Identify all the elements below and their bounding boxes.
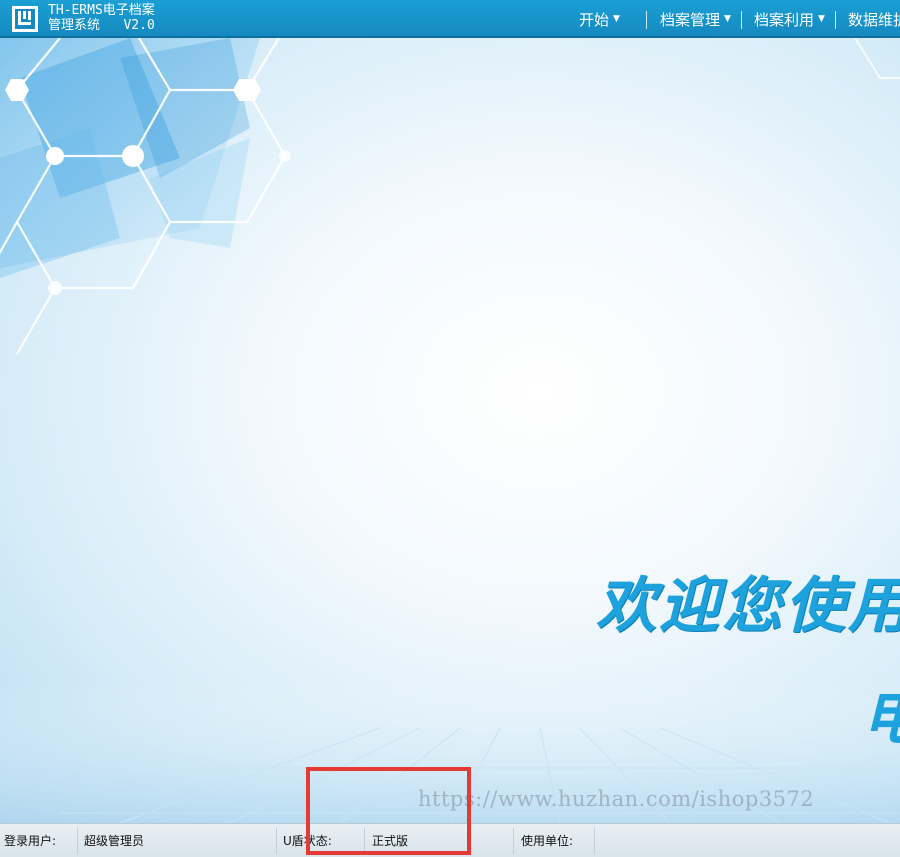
status-divider bbox=[513, 828, 514, 854]
menu-archive-management-label: 档案管理 bbox=[660, 10, 721, 29]
watermark-text: https://www.huzhan.com/ishop3572 bbox=[418, 787, 815, 811]
menu-archive-usage-label: 档案利用 bbox=[754, 10, 815, 29]
login-user-value: 超级管理员 bbox=[84, 834, 145, 848]
menu-data-maintenance[interactable]: 数据维护 bbox=[848, 0, 900, 38]
chevron-down-icon: ▼ bbox=[818, 14, 825, 24]
login-user-label: 登录用户: bbox=[4, 834, 57, 848]
menu-data-maintenance-label: 数据维护 bbox=[848, 10, 900, 29]
menu-divider bbox=[741, 11, 742, 29]
app-title: TH-ERMS电子档案 管理系统 V2.0 bbox=[48, 3, 155, 33]
status-divider bbox=[276, 828, 277, 854]
menu-start-label: 开始 bbox=[579, 10, 610, 29]
app-title-line1: TH-ERMS电子档案 bbox=[48, 3, 155, 18]
menu-divider bbox=[835, 11, 836, 29]
using-unit-label: 使用单位: bbox=[521, 834, 574, 848]
top-navigation-bar: TH-ERMS电子档案 管理系统 V2.0 开始 ▼ 档案管理 ▼ 档案利用 ▼… bbox=[0, 0, 900, 38]
menu-archive-usage[interactable]: 档案利用 ▼ bbox=[754, 0, 825, 38]
highlight-annotation-box bbox=[306, 767, 471, 855]
hexagon-decoration bbox=[0, 38, 900, 823]
menu-divider bbox=[646, 11, 647, 29]
welcome-heading: 欢迎您使用 bbox=[596, 571, 900, 641]
menu-archive-management[interactable]: 档案管理 ▼ bbox=[660, 0, 731, 38]
status-divider bbox=[77, 828, 78, 854]
welcome-heading-continued: 电 bbox=[862, 666, 900, 756]
menu-start[interactable]: 开始 ▼ bbox=[579, 0, 620, 38]
status-divider bbox=[594, 828, 595, 854]
archive-logo-icon bbox=[12, 6, 38, 32]
chevron-down-icon: ▼ bbox=[724, 14, 731, 24]
app-title-line2: 管理系统 V2.0 bbox=[48, 18, 155, 33]
welcome-panel: 欢迎您使用 电 https://www.huzhan.com/ishop3572 bbox=[0, 38, 900, 823]
chevron-down-icon: ▼ bbox=[613, 14, 620, 24]
